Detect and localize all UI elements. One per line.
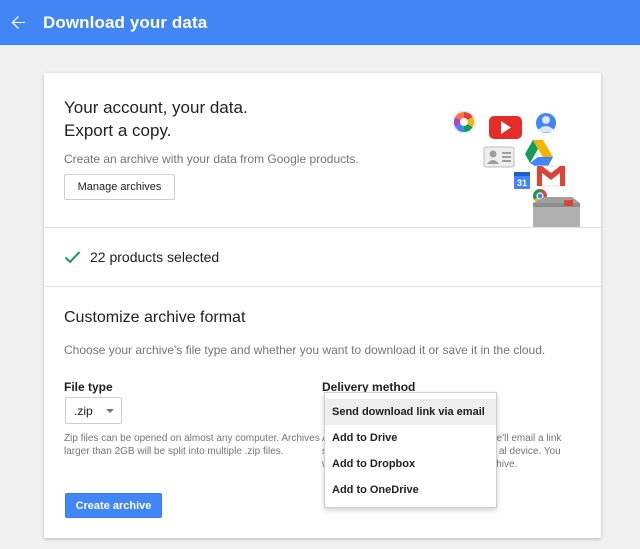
svg-text:31: 31	[517, 178, 527, 188]
hero-section: Your account, your data. Export a copy. …	[44, 73, 601, 227]
divider	[44, 227, 601, 228]
file-type-label: File type	[64, 380, 113, 394]
picasa-icon	[452, 110, 476, 134]
calendar-icon: 31	[514, 172, 530, 189]
back-button[interactable]	[1, 0, 35, 45]
products-selected-row[interactable]: 22 products selected	[64, 247, 219, 267]
products-selected-text: 22 products selected	[90, 249, 220, 265]
hero-heading-line2: Export a copy.	[64, 121, 172, 140]
check-icon	[64, 251, 81, 264]
chevron-down-icon	[106, 409, 114, 413]
drive-icon	[525, 140, 553, 166]
delivery-option-email[interactable]: Send download link via email	[325, 399, 496, 425]
create-archive-button[interactable]: Create archive	[65, 493, 162, 518]
hero-heading: Your account, your data. Export a copy.	[64, 96, 248, 142]
contacts-icon	[483, 146, 515, 168]
archive-box-icon	[533, 197, 580, 227]
delivery-method-dropdown[interactable]: Send download link via email Add to Driv…	[324, 392, 497, 508]
divider	[44, 286, 601, 287]
arrow-left-icon	[11, 15, 25, 29]
file-type-value: .zip	[74, 403, 93, 418]
hero-heading-line1: Your account, your data.	[64, 98, 248, 117]
products-illustration: 31	[452, 110, 580, 227]
hero-description: Create an archive with your data from Go…	[64, 152, 359, 166]
manage-archives-button[interactable]: Manage archives	[64, 174, 175, 200]
app-bar: Download your data	[0, 0, 640, 45]
file-type-select[interactable]: .zip	[65, 397, 122, 424]
delivery-option-onedrive[interactable]: Add to OneDrive	[325, 477, 496, 503]
gmail-icon	[536, 165, 566, 187]
profile-icon	[536, 113, 556, 133]
main-card: Your account, your data. Export a copy. …	[44, 73, 601, 538]
page-title: Download your data	[43, 12, 208, 32]
file-type-help: Zip files can be opened on almost any co…	[64, 433, 320, 457]
delivery-option-drive[interactable]: Add to Drive	[325, 425, 496, 451]
section-title: Customize archive format	[64, 309, 246, 326]
delivery-option-dropbox[interactable]: Add to Dropbox	[325, 451, 496, 477]
section-description: Choose your archive's file type and whet…	[64, 343, 546, 357]
youtube-icon	[489, 116, 522, 139]
